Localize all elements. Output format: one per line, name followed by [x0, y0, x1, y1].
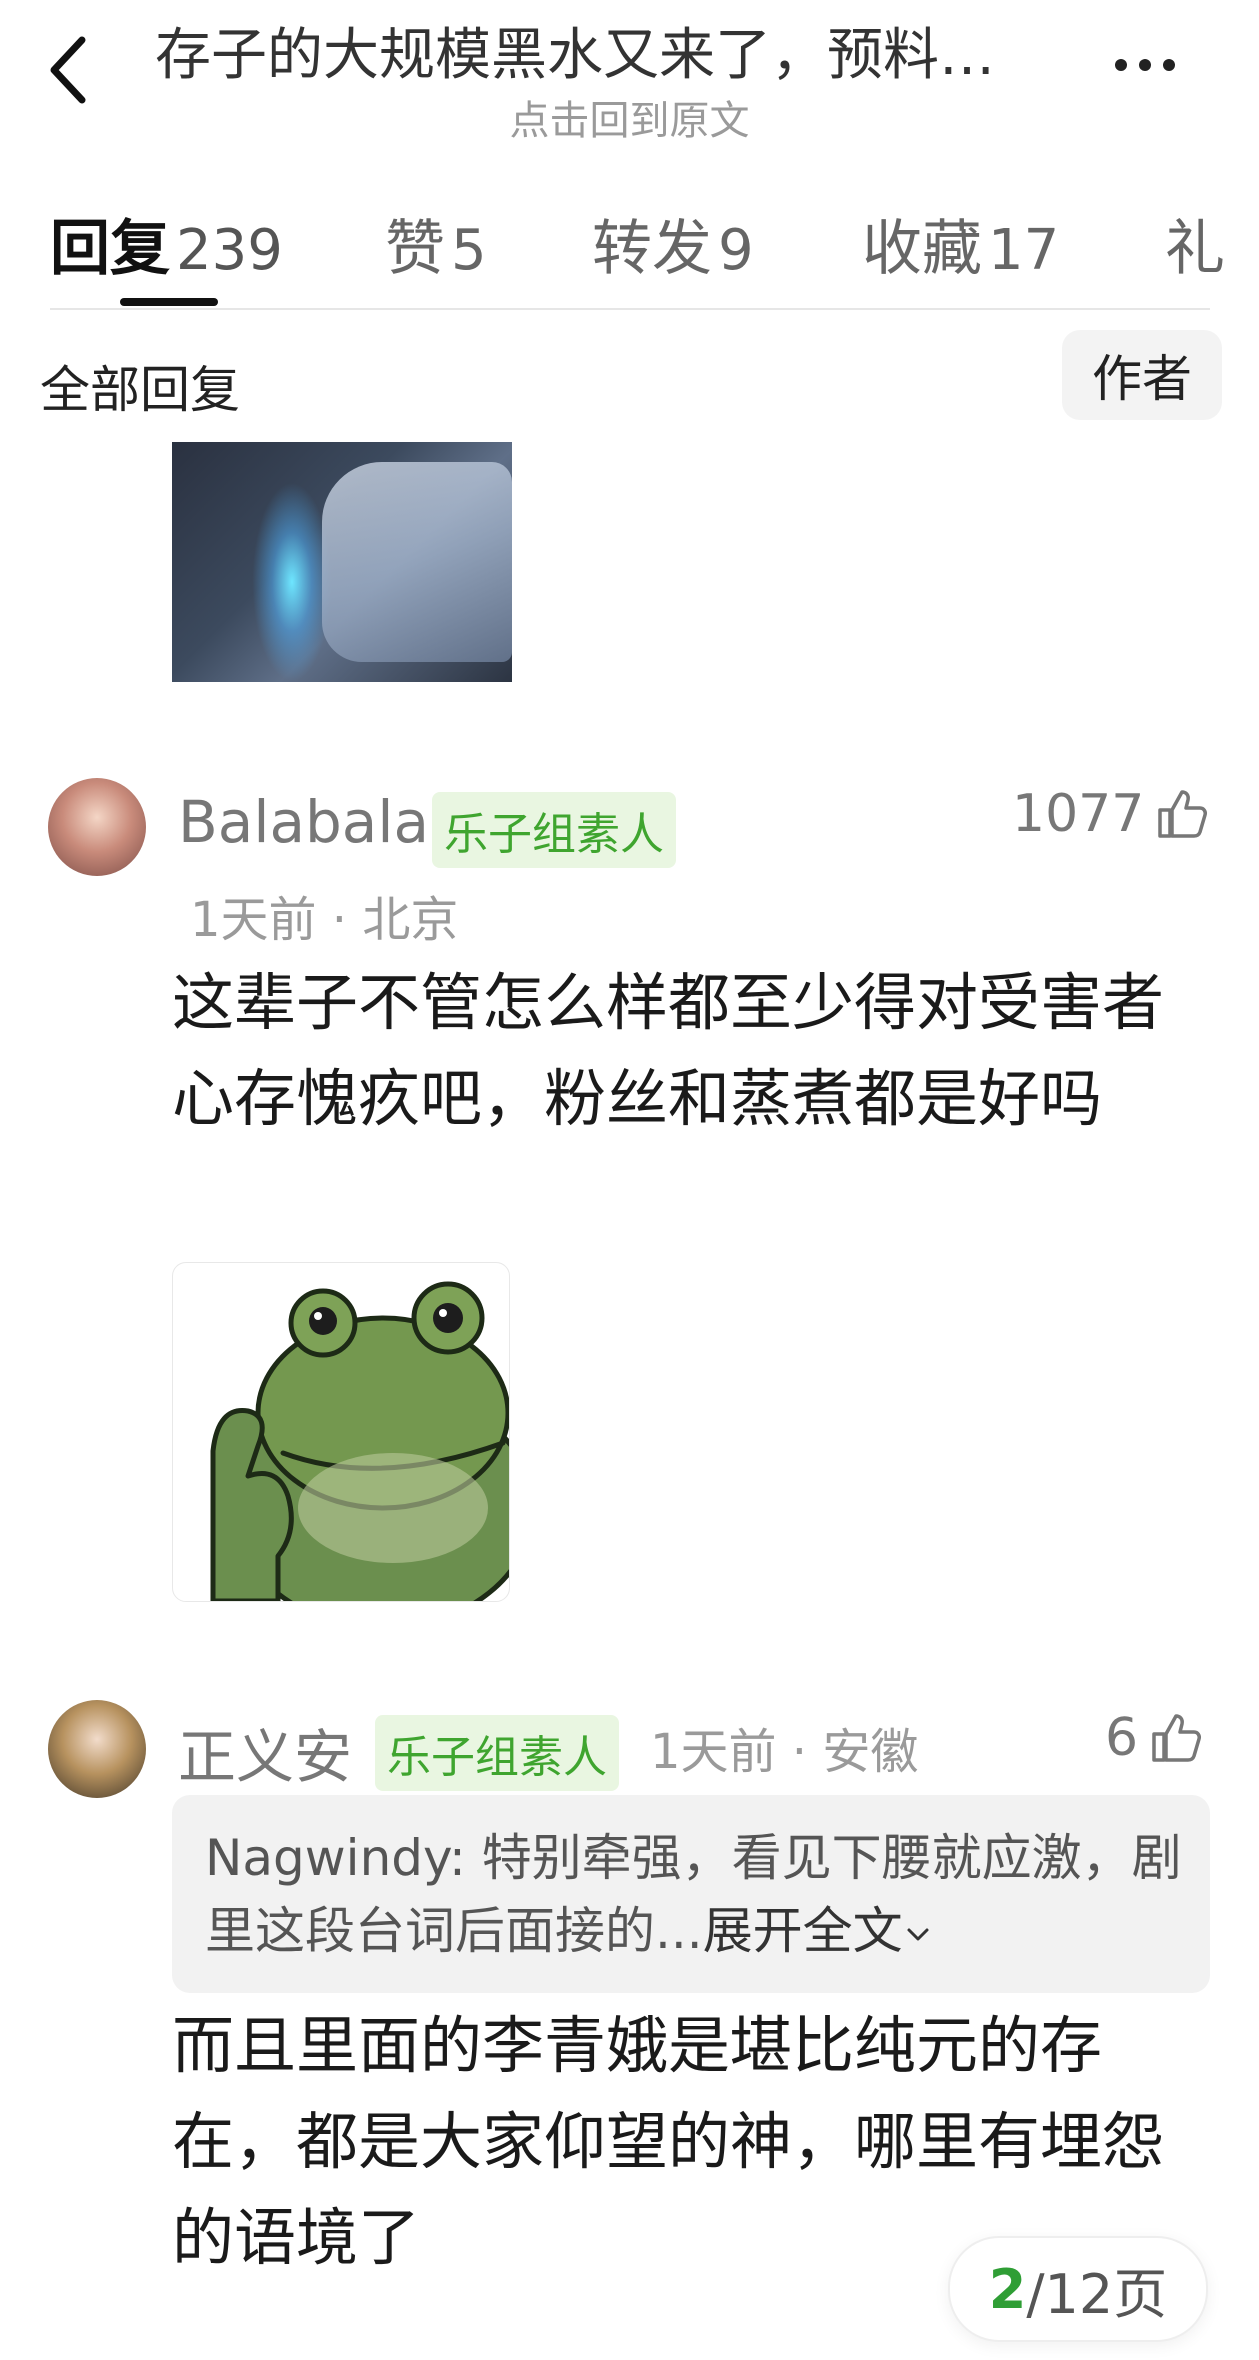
like-count: 6 — [1105, 1708, 1139, 1768]
avatar[interactable] — [48, 778, 146, 876]
user-badge[interactable]: 乐子组素人 — [375, 1715, 619, 1791]
all-replies-label[interactable]: 全部回复 — [40, 350, 240, 422]
tab-divider — [50, 308, 1210, 310]
active-tab-indicator — [120, 298, 218, 306]
post-title[interactable]: 存子的大规模黑水又来了，预料… — [155, 10, 1115, 91]
username[interactable]: Balabala — [178, 788, 429, 856]
user-badge[interactable]: 乐子组素人 — [432, 792, 676, 868]
more-options-icon[interactable] — [1115, 50, 1195, 80]
tab-replies-label: 回复 — [50, 214, 170, 284]
total-pages: /12页 — [1026, 2262, 1168, 2326]
quoted-user[interactable]: Nagwindy: — [205, 1829, 482, 1887]
tab-gifts-label: 礼 — [1165, 214, 1225, 284]
frog-illustration — [210, 1281, 509, 1601]
page-indicator[interactable]: 2/12页 — [948, 2236, 1208, 2342]
author-filter-button[interactable]: 作者 — [1062, 330, 1222, 420]
tab-reposts[interactable]: 转发 9 — [592, 200, 754, 287]
comment-meta: 1天前 · 北京 — [190, 892, 459, 948]
thumbs-up-icon — [1152, 1714, 1202, 1762]
tab-favorites-label: 收藏 — [862, 214, 982, 284]
like-count: 1077 — [1012, 784, 1145, 844]
username[interactable]: 正义安 — [178, 1710, 352, 1794]
comment-image[interactable] — [172, 442, 512, 682]
tab-likes-count: 5 — [451, 218, 487, 283]
tab-replies-count: 239 — [176, 218, 283, 283]
tab-replies[interactable]: 回复 239 — [50, 200, 283, 287]
like-button[interactable]: 1077 — [1012, 784, 1210, 844]
chevron-down-icon[interactable] — [903, 1919, 933, 1949]
current-page: 2 — [988, 2257, 1027, 2321]
quoted-reply-text: Nagwindy: 特别牵强，看见下腰就应激，剧里这段台词后面接的...展开全文 — [205, 1822, 1185, 1967]
tab-favorites-count: 17 — [988, 218, 1060, 283]
tab-likes-label: 赞 — [385, 214, 445, 284]
expand-full-text-link[interactable]: 展开全文 — [703, 1902, 903, 1960]
like-button[interactable]: 6 — [1105, 1708, 1204, 1768]
tab-likes[interactable]: 赞5 — [385, 200, 487, 287]
comment-text: 这辈子不管怎么样都至少得对受害者心存愧疚吧，粉丝和蒸煮都是好吗 — [172, 966, 1165, 1136]
comment-meta: 1天前 · 安徽 — [650, 1724, 919, 1780]
back-to-original-link[interactable]: 点击回到原文 — [0, 88, 1259, 146]
thumbs-up-icon — [1158, 790, 1208, 838]
tab-reposts-label: 转发 — [592, 214, 712, 284]
tab-gifts[interactable]: 礼 — [1165, 200, 1225, 287]
frog-sticker-image[interactable] — [172, 1262, 510, 1602]
tab-favorites[interactable]: 收藏 17 — [862, 200, 1059, 287]
avatar[interactable] — [48, 1700, 146, 1798]
tab-reposts-count: 9 — [718, 218, 754, 283]
